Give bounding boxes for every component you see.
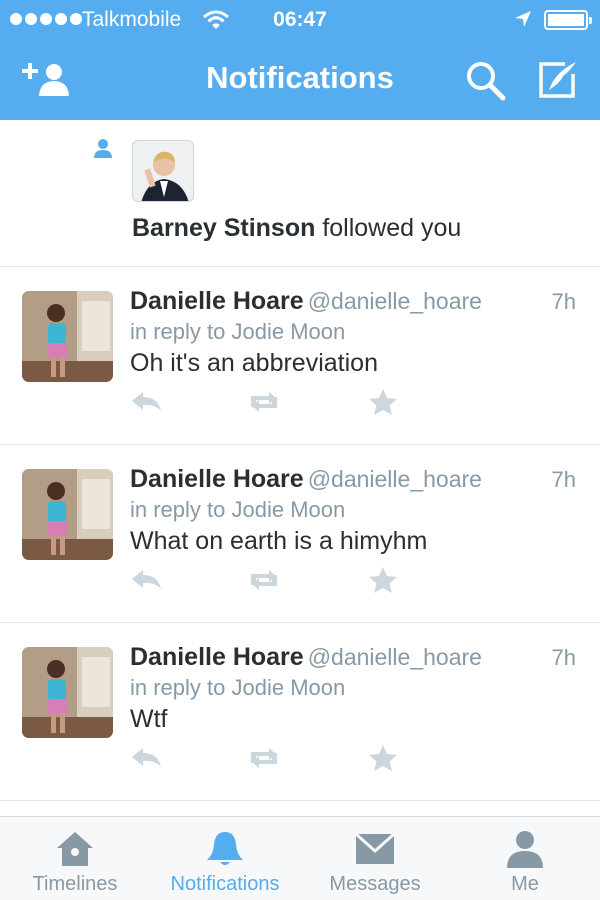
tweet-author-handle[interactable]: @danielle_hoare [308,644,482,670]
favorite-star-icon[interactable] [366,743,400,773]
tweet-text: Wtf [130,705,168,733]
status-time: 06:47 [273,8,327,31]
tweet-author-handle[interactable]: @danielle_hoare [308,288,482,314]
tab-label: Timelines [32,873,118,895]
avatar-photo [22,291,113,382]
tweet-timestamp: 7h [551,645,576,670]
avatar[interactable] [132,140,194,202]
retweet-icon[interactable] [247,743,281,773]
follow-notification[interactable]: Barney Stinson followed you [0,120,600,267]
avatar[interactable] [22,291,113,382]
follower-name[interactable]: Barney Stinson [132,214,315,242]
tab-bar: Timelines Notifications Messages Me [0,816,600,900]
tweet-header: Danielle Hoare @danielle_hoare [130,287,482,316]
notifications-feed: Barney Stinson followed you Danielle Hoa… [0,120,600,801]
tab-messages[interactable]: Messages [300,817,450,900]
tab-timelines[interactable]: Timelines [0,817,150,900]
home-icon [57,832,93,866]
app-header: Talkmobile 06:47 Notifications [0,0,600,120]
avatar[interactable] [22,647,113,738]
person-icon [94,139,112,158]
battery-icon [544,10,592,30]
avatar-photo [22,647,113,738]
location-arrow-icon [515,11,531,27]
reply-context[interactable]: in reply to Jodie Moon [130,675,345,701]
tweet-author-handle[interactable]: @danielle_hoare [308,466,482,492]
tweet-text: Oh it's an abbreviation [130,349,378,377]
follow-message: Barney Stinson followed you [132,214,461,243]
reply-icon[interactable] [130,565,164,595]
avatar[interactable] [22,469,113,560]
tab-label: Me [511,873,539,895]
bell-icon [207,832,243,865]
person-icon [507,831,543,868]
favorite-star-icon[interactable] [366,387,400,417]
tweet-text: What on earth is a himyhm [130,527,428,555]
tweet-timestamp: 7h [551,289,576,314]
reply-context[interactable]: in reply to Jodie Moon [130,319,345,345]
tweet-author-name[interactable]: Danielle Hoare [130,465,304,493]
follow-action-text: followed you [315,214,462,242]
envelope-icon [355,832,395,864]
compose-icon[interactable] [535,58,579,102]
retweet-icon[interactable] [247,387,281,417]
retweet-icon[interactable] [247,565,281,595]
tweet-item[interactable]: Danielle Hoare @danielle_hoare 7h in repl… [0,267,600,445]
reply-icon[interactable] [130,743,164,773]
tab-me[interactable]: Me [450,817,600,900]
tweet-item[interactable]: Danielle Hoare @danielle_hoare 7h in repl… [0,623,600,801]
tab-notifications[interactable]: Notifications [150,817,300,900]
status-bar: Talkmobile 06:47 [0,0,600,40]
favorite-star-icon[interactable] [366,565,400,595]
tweet-timestamp: 7h [551,467,576,492]
tab-label: Notifications [170,873,280,895]
page-title: Notifications [206,60,394,95]
search-icon[interactable] [463,58,507,102]
tweet-author-name[interactable]: Danielle Hoare [130,287,304,315]
tweet-header: Danielle Hoare @danielle_hoare [130,643,482,672]
tweet-author-name[interactable]: Danielle Hoare [130,643,304,671]
avatar-photo [22,469,113,560]
reply-context[interactable]: in reply to Jodie Moon [130,497,345,523]
reply-icon[interactable] [130,387,164,417]
avatar-photo [133,141,193,201]
tab-label: Messages [329,873,421,895]
tweet-item[interactable]: Danielle Hoare @danielle_hoare 7h in repl… [0,445,600,623]
tweet-header: Danielle Hoare @danielle_hoare [130,465,482,494]
